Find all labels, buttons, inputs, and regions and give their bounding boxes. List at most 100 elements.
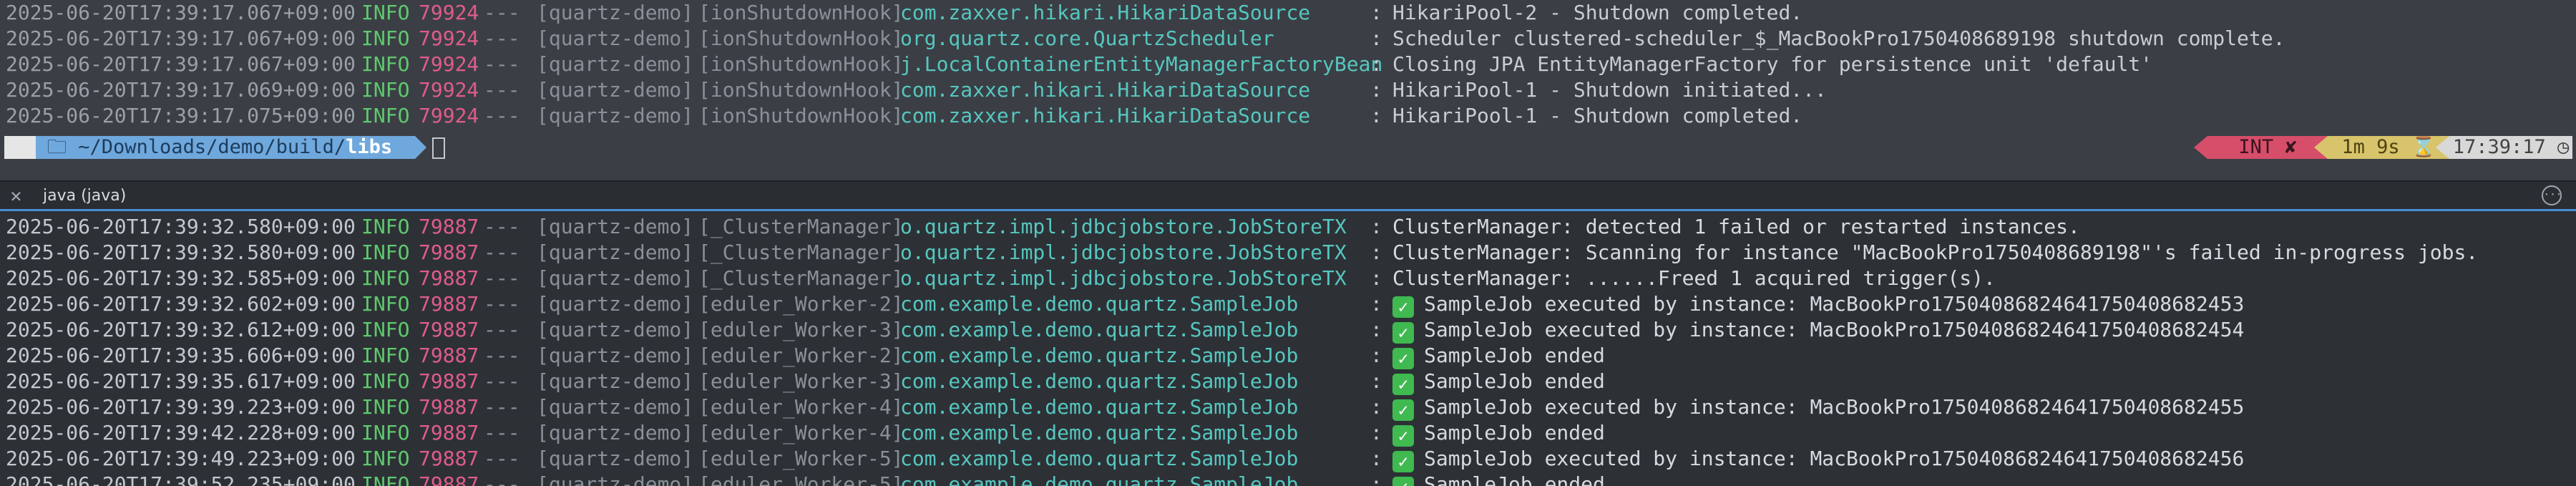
hourglass-icon: ⌛ [2411, 136, 2436, 158]
terminal-pane-bottom[interactable]: 2025-06-20T17:39:32.580+09:00 INFO 79887 --… [0, 209, 2576, 486]
app-name: [quartz-demo] [537, 369, 694, 393]
colon-separator: : [1370, 447, 1382, 470]
log-level: INFO [361, 266, 410, 290]
duration-text: 1m 9s [2341, 136, 2400, 158]
logger-name: com.example.demo.quartz.SampleJob [900, 369, 1299, 393]
log-message-text: SampleJob executed by instance: MacBookP… [1424, 447, 2245, 470]
tab-title[interactable]: java (java) [43, 183, 126, 209]
timestamp: 2025-06-20T17:39:17.067+09:00 [6, 52, 356, 76]
thread-name: [_ClusterManager] [698, 215, 904, 238]
log-message-text: HikariPool-2 - Shutdown completed. [1392, 1, 1803, 24]
process-id: 79887 [419, 395, 479, 419]
check-mark-icon: ✓ [1392, 374, 1414, 395]
app-name: [quartz-demo] [537, 1, 694, 24]
separator-dashes: --- [484, 78, 520, 102]
colon-separator: : [1370, 421, 1382, 444]
timestamp: 2025-06-20T17:39:32.585+09:00 [6, 266, 356, 290]
app-name: [quartz-demo] [537, 78, 694, 102]
thread-name: [ionShutdownHook] [698, 26, 904, 50]
check-mark-icon: ✓ [1392, 451, 1414, 472]
separator-dashes: --- [484, 26, 520, 50]
check-mark-icon: ✓ [1392, 399, 1414, 421]
log-message-text: Closing JPA EntityManagerFactory for per… [1392, 52, 2153, 76]
timestamp: 2025-06-20T17:39:17.067+09:00 [6, 26, 356, 50]
log-level: INFO [361, 52, 410, 76]
check-mark-icon: ✓ [1392, 348, 1414, 369]
colon-separator: : [1370, 318, 1382, 341]
app-name: [quartz-demo] [537, 26, 694, 50]
timestamp: 2025-06-20T17:39:32.612+09:00 [6, 318, 356, 341]
separator-dashes: --- [484, 369, 520, 393]
process-id: 79887 [419, 292, 479, 316]
log-message-text: SampleJob ended [1424, 472, 1605, 486]
text-cursor[interactable] [432, 137, 445, 159]
timestamp: 2025-06-20T17:39:52.235+09:00 [6, 472, 356, 486]
logger-name: com.example.demo.quartz.SampleJob [900, 421, 1299, 444]
app-name: [quartz-demo] [537, 421, 694, 444]
timestamp: 2025-06-20T17:39:32.602+09:00 [6, 292, 356, 316]
logger-name: j.LocalContainerEntityManagerFactoryBean [900, 52, 1383, 76]
logger-name: com.example.demo.quartz.SampleJob [900, 292, 1299, 316]
more-options-icon[interactable]: ··· [2542, 185, 2562, 205]
app-name: [quartz-demo] [537, 52, 694, 76]
log-level: INFO [361, 472, 410, 486]
log-message: ClusterManager: ......Freed 1 acquired t… [1392, 266, 1996, 291]
close-icon[interactable]: × [10, 183, 22, 209]
log-message-text: SampleJob ended [1424, 369, 1605, 393]
separator-dashes: --- [484, 421, 520, 444]
timestamp: 2025-06-20T17:39:17.075+09:00 [6, 104, 356, 127]
time-separator [2436, 136, 2449, 159]
separator-dashes: --- [484, 240, 520, 264]
separator-dashes: --- [484, 52, 520, 76]
process-id: 79924 [419, 1, 479, 24]
log-level: INFO [361, 78, 410, 102]
app-name: [quartz-demo] [537, 215, 694, 238]
log-message-text: HikariPool-1 - Shutdown completed. [1392, 104, 1803, 127]
check-mark-icon: ✓ [1392, 425, 1414, 447]
apple-icon [4, 136, 36, 159]
log-level: INFO [361, 421, 410, 444]
logger-name: com.zaxxer.hikari.HikariDataSource [900, 78, 1311, 102]
log-level: INFO [361, 395, 410, 419]
colon-separator: : [1370, 104, 1382, 127]
log-level: INFO [361, 215, 410, 238]
separator-dashes: --- [484, 318, 520, 341]
colon-separator: : [1370, 78, 1382, 102]
colon-separator: : [1370, 215, 1382, 238]
time-text: 17:39:17 [2452, 136, 2546, 158]
process-id: 79887 [419, 266, 479, 290]
thread-name: [eduler_Worker-2] [698, 344, 904, 367]
logger-name: com.zaxxer.hikari.HikariDataSource [900, 1, 1311, 24]
process-id: 79887 [419, 344, 479, 367]
log-message: Scheduler clustered-scheduler_$_MacBookP… [1392, 26, 2285, 52]
thread-name: [ionShutdownHook] [698, 104, 904, 127]
app-name: [quartz-demo] [537, 292, 694, 316]
log-message: HikariPool-1 - Shutdown initiated... [1392, 77, 1827, 103]
colon-separator: : [1370, 292, 1382, 316]
log-message: ✓ SampleJob ended [1392, 420, 1605, 447]
log-message: ✓ SampleJob ended [1392, 343, 1605, 369]
log-message: HikariPool-1 - Shutdown completed. [1392, 103, 1802, 129]
log-message-text: ClusterManager: detected 1 failed or res… [1392, 215, 2080, 238]
timestamp: 2025-06-20T17:39:42.228+09:00 [6, 421, 356, 444]
timestamp: 2025-06-20T17:39:49.223+09:00 [6, 447, 356, 470]
log-level: INFO [361, 447, 410, 470]
app-name: [quartz-demo] [537, 472, 694, 486]
log-message-text: HikariPool-1 - Shutdown initiated... [1392, 78, 1827, 102]
log-message-text: SampleJob ended [1424, 421, 1605, 444]
separator-dashes: --- [484, 472, 520, 486]
app-name: [quartz-demo] [537, 344, 694, 367]
exit-status-text: INT [2238, 136, 2274, 158]
path-current-dir: libs [346, 136, 393, 158]
log-level: INFO [361, 26, 410, 50]
separator-dashes: --- [484, 292, 520, 316]
log-level: INFO [361, 369, 410, 393]
thread-name: [_ClusterManager] [698, 266, 904, 290]
shell-prompt[interactable]: 🗀 ~/Downloads/demo/build/libs INT ✘ 1m 9… [0, 133, 2576, 162]
check-mark-icon: ✓ [1392, 296, 1414, 318]
log-message-text: SampleJob ended [1424, 344, 1605, 367]
terminal-pane-top[interactable]: 2025-06-20T17:39:17.067+09:00 INFO 79924 --… [0, 0, 2576, 178]
log-message: HikariPool-2 - Shutdown completed. [1392, 0, 1802, 26]
log-message-text: Scheduler clustered-scheduler_$_MacBookP… [1392, 26, 2285, 50]
separator-dashes: --- [484, 104, 520, 127]
